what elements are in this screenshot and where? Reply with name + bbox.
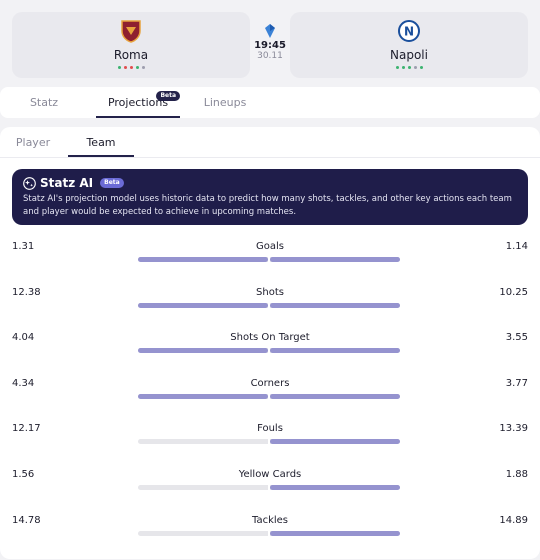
match-header: Roma 19:45 30.11 N Napoli bbox=[0, 0, 540, 86]
stat-label: Shots bbox=[256, 286, 284, 298]
stat-away-bar bbox=[270, 530, 400, 536]
stat-away-value: 14.89 bbox=[499, 514, 528, 526]
stat-away-value: 1.88 bbox=[505, 468, 528, 480]
stat-home-bar bbox=[138, 302, 268, 308]
stat-away-bar bbox=[270, 348, 400, 354]
stat-label: Goals bbox=[256, 241, 284, 252]
stat-label: Yellow Cards bbox=[238, 468, 302, 480]
stat-away-bar-fill bbox=[270, 302, 400, 308]
stat-home-bar bbox=[138, 257, 268, 262]
tab-statz[interactable]: Statz bbox=[14, 87, 74, 118]
svg-text:N: N bbox=[404, 25, 414, 39]
main-tabs: Statz Projections Beta Lineups bbox=[0, 87, 540, 118]
match-date: 30.11 bbox=[257, 51, 283, 61]
stat-row: 14.78 Tackles 14.89 bbox=[0, 509, 540, 555]
stat-away-bar-fill bbox=[270, 439, 400, 445]
away-team-card[interactable]: N Napoli bbox=[290, 12, 528, 78]
stat-label: Tackles bbox=[251, 514, 288, 526]
stat-away-value: 10.25 bbox=[499, 286, 528, 298]
stat-away-bar bbox=[270, 302, 400, 308]
tab-projections[interactable]: Projections Beta bbox=[96, 87, 180, 118]
stat-away-value: 3.77 bbox=[505, 377, 528, 389]
stat-home-bar-fill bbox=[138, 302, 268, 308]
statz-ai-banner: Statz AI Beta Statz AI's projection mode… bbox=[12, 169, 528, 225]
statz-ai-description: Statz AI's projection model uses histori… bbox=[23, 194, 512, 217]
home-form-dots bbox=[12, 66, 250, 71]
stat-away-bar-fill bbox=[270, 530, 400, 536]
stat-label: Shots On Target bbox=[230, 332, 310, 344]
stat-away-bar-fill bbox=[270, 348, 400, 354]
stat-away-value: 13.39 bbox=[499, 423, 528, 435]
stat-home-bar bbox=[138, 439, 268, 445]
stat-label: Corners bbox=[250, 377, 290, 389]
stat-away-bar-fill bbox=[270, 393, 400, 399]
home-form-dot bbox=[135, 66, 139, 69]
stat-row: 4.04 Shots On Target 3.55 bbox=[0, 326, 540, 372]
match-time-block: 19:45 30.11 bbox=[250, 24, 290, 61]
stat-away-bar bbox=[270, 439, 400, 445]
statz-ai-header: Statz AI Beta bbox=[23, 175, 124, 191]
ai-sparkle-icon bbox=[23, 176, 36, 190]
stat-away-bar bbox=[270, 393, 400, 399]
stat-row: 1.56 Yellow Cards 1.88 bbox=[0, 463, 540, 509]
home-team-name: Roma bbox=[113, 48, 149, 62]
stat-away-value: 1.14 bbox=[505, 241, 528, 252]
stat-home-bar-fill bbox=[138, 348, 268, 354]
statz-ai-beta-badge: Beta bbox=[100, 178, 124, 188]
away-form-dot bbox=[413, 66, 417, 69]
away-team-name: Napoli bbox=[390, 48, 428, 62]
napoli-crest-icon: N bbox=[398, 20, 420, 42]
stat-away-bar bbox=[270, 257, 400, 262]
roma-crest-icon bbox=[121, 20, 141, 43]
subtab-team[interactable]: Team bbox=[68, 127, 134, 157]
stat-away-bar-fill bbox=[270, 484, 400, 490]
stat-row: 4.34 Corners 3.77 bbox=[0, 372, 540, 418]
match-time: 19:45 bbox=[254, 40, 286, 51]
tab-lineups[interactable]: Lineups bbox=[192, 87, 258, 118]
away-form-dot bbox=[395, 66, 399, 69]
subtabs-divider bbox=[0, 157, 540, 158]
home-form-dot bbox=[141, 66, 145, 69]
home-form-dot bbox=[123, 66, 127, 69]
away-form-dots bbox=[290, 66, 528, 71]
stat-home-bar-fill bbox=[138, 393, 268, 399]
stat-home-bar bbox=[138, 348, 268, 354]
home-team-card[interactable]: Roma bbox=[12, 12, 250, 78]
statz-ai-title: Statz AI bbox=[40, 176, 94, 190]
stat-home-bar bbox=[138, 393, 268, 399]
stat-row: 12.17 Fouls 13.39 bbox=[0, 417, 540, 463]
stat-away-bar-fill bbox=[270, 257, 400, 262]
stat-home-bar bbox=[138, 530, 268, 536]
stat-home-bar-fill bbox=[138, 257, 268, 262]
subtab-player[interactable]: Player bbox=[4, 127, 62, 157]
away-form-dot bbox=[401, 66, 405, 69]
away-form-dot bbox=[407, 66, 411, 69]
home-form-dot bbox=[129, 66, 133, 69]
team-stats-list: 1.31 Goals 1.14 12.38 Shots 10.25 4.04 Shots On… bbox=[0, 235, 540, 554]
stat-away-bar bbox=[270, 484, 400, 490]
stat-row: 12.38 Shots 10.25 bbox=[0, 281, 540, 327]
away-form-dot bbox=[419, 66, 423, 69]
stat-row: 1.31 Goals 1.14 bbox=[0, 235, 540, 281]
beta-badge: Beta bbox=[156, 91, 180, 101]
home-form-dot bbox=[117, 66, 121, 69]
stat-away-value: 3.55 bbox=[505, 332, 528, 344]
stat-label: Fouls bbox=[257, 423, 283, 435]
serie-a-icon bbox=[265, 24, 275, 38]
projections-panel: Player Team Statz AI Beta Statz AI's pro… bbox=[0, 127, 540, 559]
stat-home-bar bbox=[138, 484, 268, 490]
